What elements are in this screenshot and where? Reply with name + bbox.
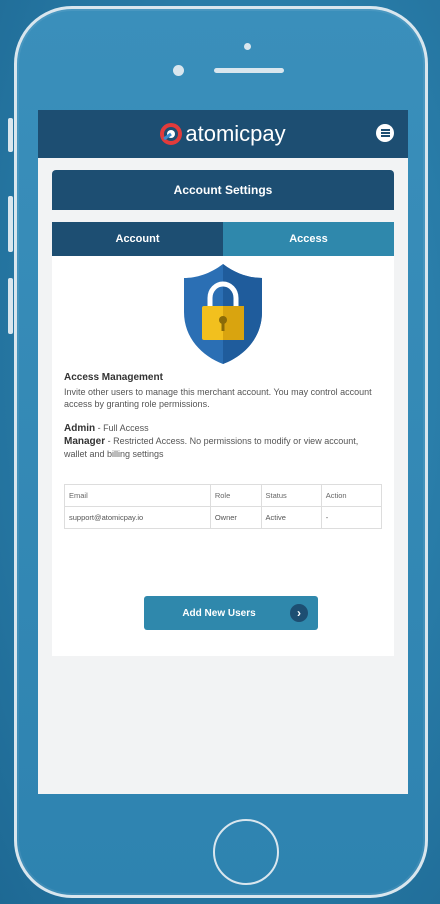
settings-tabs: Account Access bbox=[52, 222, 394, 256]
phone-mute-switch bbox=[8, 118, 13, 152]
app-screen: atomicpay Account Settings Account Acces… bbox=[38, 110, 408, 794]
role-manager-name: Manager bbox=[64, 436, 106, 447]
chevron-right-icon: › bbox=[290, 604, 308, 622]
role-admin: Admin - Full Access bbox=[64, 422, 382, 435]
settings-card: Account Settings Account Access Access M… bbox=[52, 170, 394, 656]
cell-role: Owner bbox=[209, 506, 262, 529]
phone-volume-down bbox=[8, 278, 13, 334]
access-panel: Access Management Invite other users to … bbox=[52, 256, 394, 656]
role-manager: Manager - Restricted Access. No permissi… bbox=[64, 435, 382, 460]
phone-camera bbox=[173, 65, 184, 76]
tab-account[interactable]: Account bbox=[52, 222, 223, 256]
home-button[interactable] bbox=[213, 819, 279, 885]
cell-email: support@atomicpay.io bbox=[64, 506, 211, 529]
access-description: Invite other users to manage this mercha… bbox=[64, 387, 372, 409]
add-new-users-button[interactable]: Add New Users › bbox=[144, 596, 318, 630]
add-new-users-label: Add New Users bbox=[182, 607, 256, 619]
header-status: Status bbox=[260, 484, 322, 507]
table-row: support@atomicpay.io Owner Active - bbox=[64, 506, 383, 529]
users-table: Email Role Status Action support@atomicp… bbox=[64, 484, 383, 529]
cell-status: Active bbox=[260, 506, 322, 529]
atomicpay-logo-icon bbox=[160, 123, 183, 145]
header-role: Role bbox=[209, 484, 262, 507]
header-action: Action bbox=[320, 484, 383, 507]
brand-name: atomicpay bbox=[185, 121, 286, 146]
table-header-row: Email Role Status Action bbox=[64, 484, 383, 507]
tab-access[interactable]: Access bbox=[223, 222, 394, 256]
role-admin-name: Admin bbox=[64, 423, 96, 434]
cell-action[interactable]: - bbox=[320, 506, 383, 529]
shield-lock-icon bbox=[184, 264, 262, 364]
brand-logo[interactable]: atomicpay bbox=[160, 121, 286, 147]
app-header: atomicpay bbox=[38, 110, 408, 158]
phone-speaker bbox=[214, 68, 284, 73]
phone-volume-up bbox=[8, 196, 13, 252]
header-email: Email bbox=[64, 484, 211, 507]
phone-sensor bbox=[244, 43, 251, 50]
page-title: Account Settings bbox=[52, 170, 394, 210]
hamburger-menu-icon[interactable] bbox=[376, 124, 394, 142]
access-management-title: Access Management bbox=[64, 372, 163, 383]
role-manager-desc: - Restricted Access. No permissions to m… bbox=[64, 436, 359, 459]
role-admin-desc: - Full Access bbox=[95, 423, 149, 433]
